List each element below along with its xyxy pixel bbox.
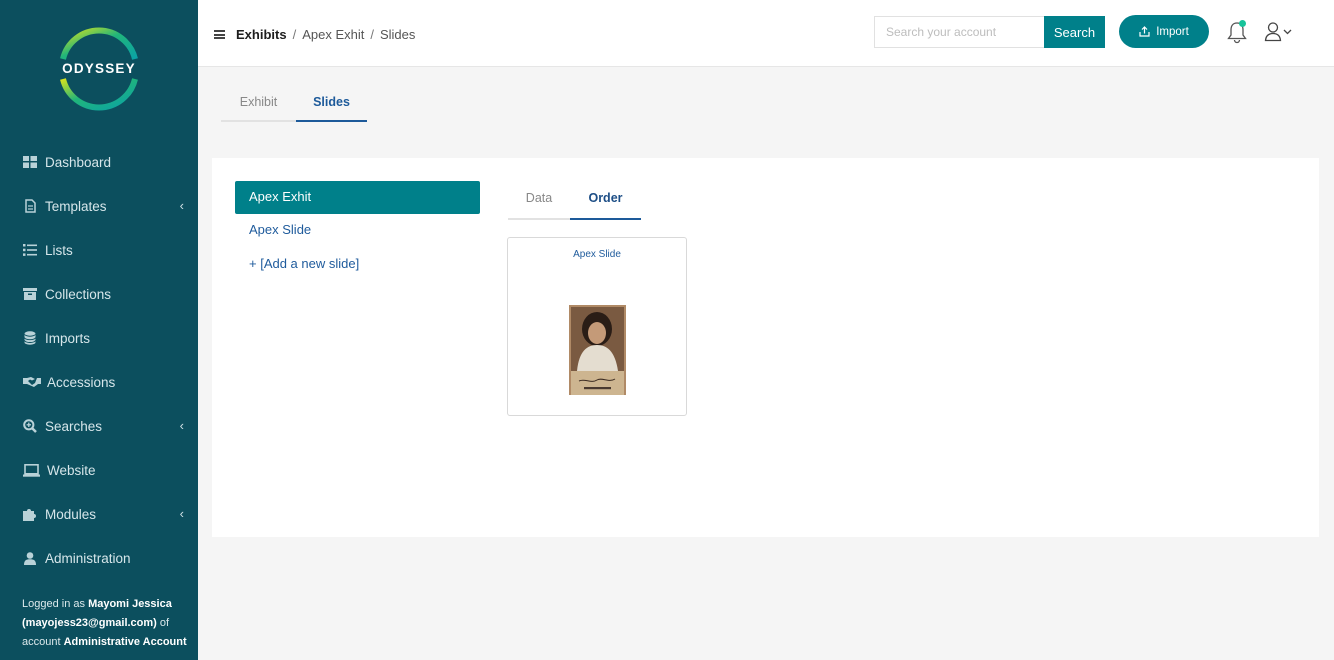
tab-exhibit[interactable]: Exhibit: [221, 90, 296, 122]
breadcrumb: Exhibits / Apex Exhit / Slides: [236, 27, 415, 42]
sidebar-item-label: Accessions: [47, 374, 116, 390]
slide-card[interactable]: Apex Slide: [507, 237, 687, 416]
tab-order[interactable]: Order: [570, 183, 641, 220]
sidebar-item-searches[interactable]: Searches ‹: [22, 416, 184, 436]
hamburger-menu-icon[interactable]: [214, 30, 225, 39]
sidebar-item-label: Searches: [45, 418, 103, 434]
dashboard-icon: [22, 154, 38, 170]
breadcrumb-current: Slides: [379, 27, 416, 42]
notification-dot: [1239, 20, 1246, 27]
sidebar-item-website[interactable]: Website: [22, 460, 184, 480]
sidebar-item-label: Administration: [45, 550, 131, 566]
search-button[interactable]: Search: [1044, 16, 1105, 48]
sidebar-item-label: Templates: [45, 198, 107, 214]
sidebar-item-imports[interactable]: Imports: [22, 328, 184, 348]
slide-thumbnail-image: [569, 305, 626, 395]
user-icon: [22, 550, 38, 566]
tab-slides[interactable]: Slides: [296, 90, 367, 122]
notification-bell-icon[interactable]: [1226, 20, 1248, 44]
database-icon: [22, 330, 38, 346]
sidebar-item-label: Dashboard: [45, 154, 112, 170]
sidebar-item-accessions[interactable]: Accessions: [22, 372, 184, 392]
sidebar-item-label: Website: [47, 462, 96, 478]
slide-list-item[interactable]: Apex Slide: [249, 222, 311, 237]
top-bar: Exhibits / Apex Exhit / Slides Search Im…: [198, 0, 1334, 67]
import-button[interactable]: Import: [1119, 15, 1209, 48]
breadcrumb-separator: /: [370, 27, 374, 42]
slide-subtabs: Data Order: [508, 183, 641, 220]
add-new-slide-link[interactable]: + [Add a new slide]: [249, 256, 359, 271]
upload-icon: [1139, 26, 1150, 37]
logged-in-prefix: Logged in as: [22, 598, 85, 610]
user-menu[interactable]: [1264, 21, 1298, 43]
page-tabs: Exhibit Slides: [221, 90, 367, 122]
import-button-label: Import: [1156, 25, 1189, 38]
search-zoom-icon: [22, 418, 38, 434]
sidebar-item-label: Collections: [45, 286, 112, 302]
sidebar-item-administration[interactable]: Administration: [22, 548, 184, 568]
chevron-left-icon: ‹: [179, 198, 184, 213]
chevron-left-icon: ‹: [179, 506, 184, 521]
sidebar-item-label: Imports: [45, 330, 91, 346]
slides-panel: Apex Exhit Apex Slide + [Add a new slide…: [212, 158, 1319, 537]
laptop-icon: [22, 462, 41, 478]
puzzle-icon: [22, 506, 38, 522]
file-icon: [22, 198, 38, 214]
sidebar-item-modules[interactable]: Modules ‹: [22, 504, 184, 524]
sidebar-item-label: Lists: [45, 242, 73, 258]
sidebar-item-collections[interactable]: Collections: [22, 284, 184, 304]
sidebar-item-dashboard[interactable]: Dashboard: [22, 152, 184, 172]
account-name: Administrative Account: [63, 636, 187, 648]
chevron-left-icon: ‹: [179, 418, 184, 433]
breadcrumb-exhibits[interactable]: Exhibits: [236, 27, 287, 42]
sidebar-item-lists[interactable]: Lists: [22, 240, 184, 260]
list-icon: [22, 242, 38, 258]
user-account-icon: [1264, 22, 1292, 42]
sidebar-item-templates[interactable]: Templates ‹: [22, 196, 184, 216]
logged-in-info: Logged in as Mayomi Jessica (mayojess23@…: [22, 595, 187, 652]
handshake-icon: [22, 374, 41, 390]
archive-icon: [22, 286, 38, 302]
search-input[interactable]: [874, 16, 1045, 48]
tab-data[interactable]: Data: [508, 183, 570, 220]
breadcrumb-separator: /: [292, 27, 297, 42]
odyssey-logo[interactable]: ODYSSEY: [57, 26, 141, 112]
brand-name: ODYSSEY: [62, 61, 136, 76]
slide-card-title: Apex Slide: [573, 249, 621, 260]
sidebar: ODYSSEY Dashboard Templates ‹ Lists Coll…: [0, 0, 198, 660]
sidebar-item-label: Modules: [45, 506, 97, 522]
user-name: Mayomi Jessica: [88, 598, 172, 610]
slide-list-item-active[interactable]: Apex Exhit: [235, 181, 480, 214]
breadcrumb-exhibit-name[interactable]: Apex Exhit: [302, 27, 364, 42]
user-email: (mayojess23@gmail.com): [22, 617, 157, 629]
